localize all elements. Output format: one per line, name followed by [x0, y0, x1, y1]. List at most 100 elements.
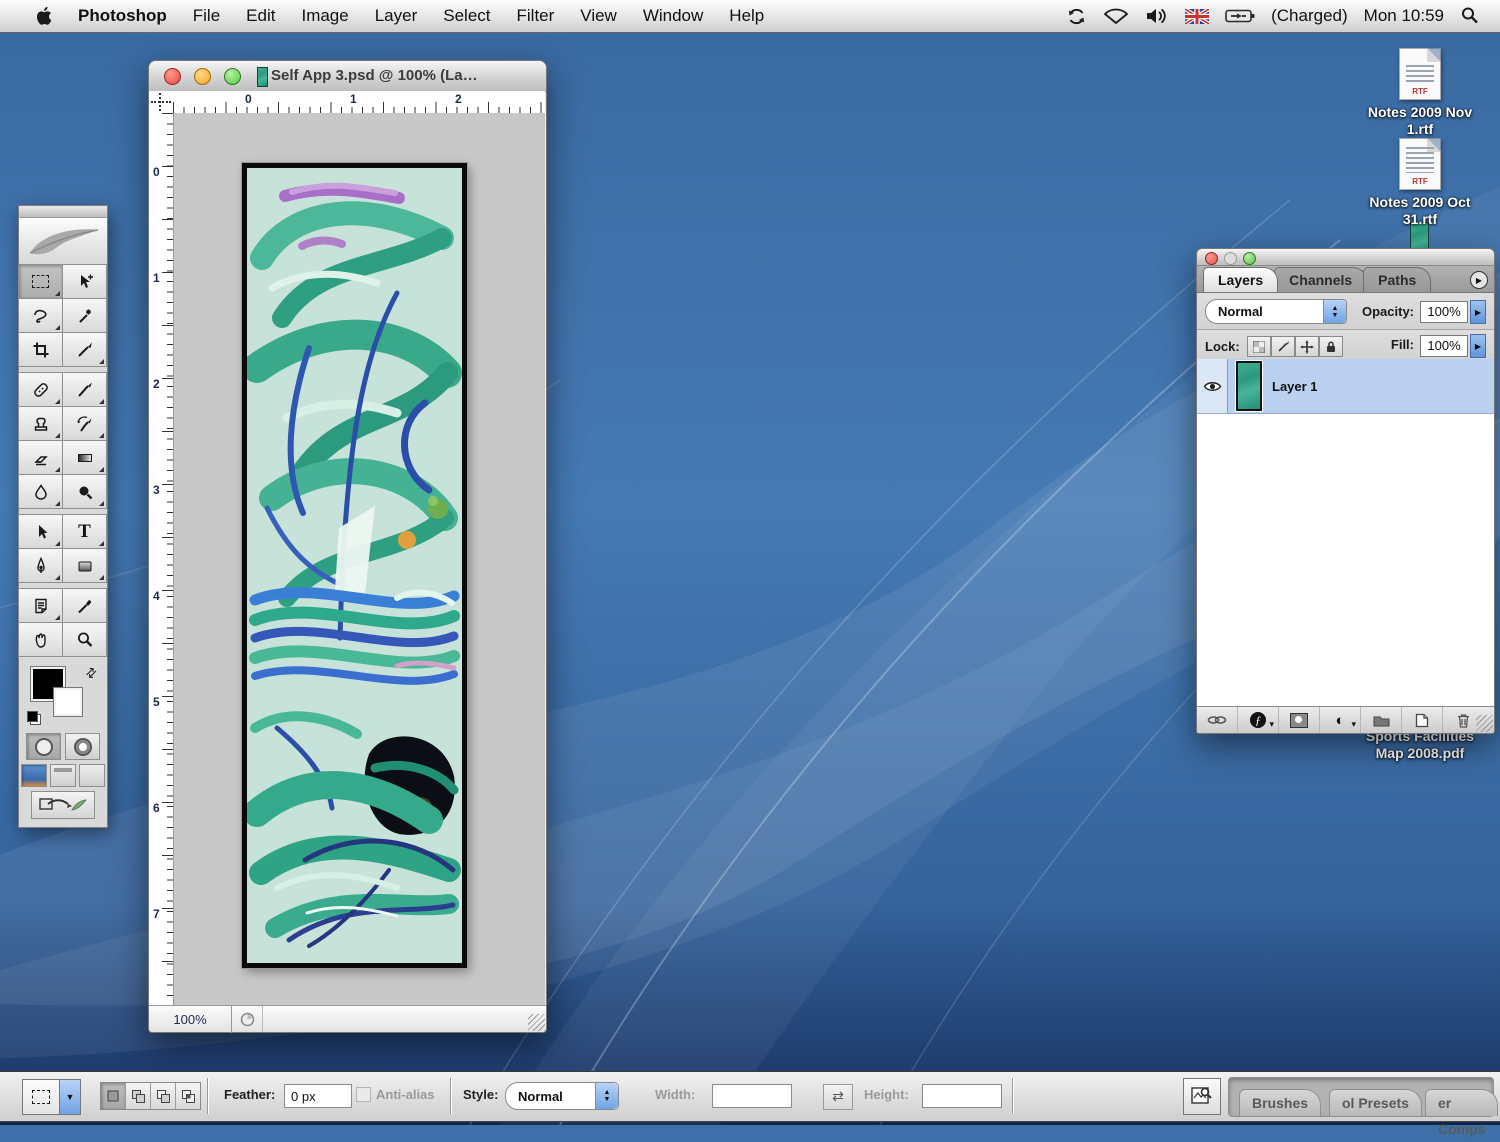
tool-type[interactable]: T: [62, 514, 107, 549]
adjustment-layer-button[interactable]: ◐▾: [1320, 707, 1361, 733]
menu-layer[interactable]: Layer: [362, 0, 431, 32]
palette-menu-button[interactable]: ▶: [1470, 271, 1488, 289]
ruler-origin-box[interactable]: [149, 91, 174, 114]
standard-screen-button[interactable]: [21, 764, 47, 787]
apple-menu[interactable]: [22, 6, 65, 26]
tool-zoom[interactable]: [62, 622, 107, 657]
tool-move[interactable]: [62, 264, 107, 299]
tool-path-selection[interactable]: [18, 514, 63, 549]
canvas-artwork[interactable]: [242, 163, 467, 968]
tool-gradient[interactable]: [62, 440, 107, 475]
desktop-icon-notes-nov[interactable]: RTF Notes 2009 Nov 1.rtf: [1355, 48, 1485, 138]
layer-style-button[interactable]: ƒ▾: [1238, 707, 1279, 733]
tool-notes[interactable]: [18, 588, 63, 623]
layer-name[interactable]: Layer 1: [1272, 379, 1318, 394]
input-language-flag-icon[interactable]: [1185, 9, 1209, 24]
zoom-level-field[interactable]: [149, 1005, 232, 1033]
desktop-icon-notes-oct[interactable]: RTF Notes 2009 Oct 31.rtf: [1355, 138, 1485, 228]
palette-resize-grip[interactable]: [1476, 715, 1493, 732]
background-color-swatch[interactable]: [53, 687, 83, 717]
status-info-icon[interactable]: [232, 1006, 263, 1032]
blend-mode-select[interactable]: Normal ▲▼: [1205, 299, 1347, 324]
menu-file[interactable]: File: [180, 0, 233, 32]
zoom-button[interactable]: [224, 68, 241, 85]
menu-select[interactable]: Select: [430, 0, 503, 32]
width-input[interactable]: [712, 1084, 792, 1108]
new-layer-button[interactable]: [1402, 707, 1443, 733]
app-menu-photoshop[interactable]: Photoshop: [65, 0, 180, 32]
add-to-selection-button[interactable]: [126, 1083, 151, 1109]
menu-help[interactable]: Help: [716, 0, 777, 32]
tool-crop[interactable]: [18, 332, 63, 367]
tab-channels[interactable]: Channels: [1274, 267, 1367, 292]
lock-pixels-button[interactable]: [1271, 336, 1295, 357]
canvas-pasteboard[interactable]: [174, 113, 545, 1006]
palette-well-tab-brushes[interactable]: Brushes: [1239, 1089, 1321, 1116]
menu-image[interactable]: Image: [288, 0, 361, 32]
menu-view[interactable]: View: [567, 0, 630, 32]
lock-position-button[interactable]: [1295, 336, 1319, 357]
menu-filter[interactable]: Filter: [504, 0, 568, 32]
fullscreen-menubar-button[interactable]: [50, 764, 76, 787]
battery-status-text[interactable]: (Charged): [1271, 6, 1348, 26]
toolbox-palette[interactable]: T ⇄: [18, 205, 108, 828]
airport-menu-icon[interactable]: [1103, 7, 1129, 25]
tool-brush[interactable]: [62, 372, 107, 407]
layer-row-1[interactable]: Layer 1: [1197, 359, 1494, 414]
style-select[interactable]: Normal ▲▼: [505, 1082, 619, 1110]
spotlight-icon[interactable]: [1460, 6, 1480, 26]
tool-eyedropper[interactable]: [62, 588, 107, 623]
fullscreen-button[interactable]: [79, 764, 105, 787]
file-browser-toggle-button[interactable]: [1183, 1078, 1221, 1115]
tool-dodge[interactable]: [62, 474, 107, 509]
tool-lasso[interactable]: [18, 298, 63, 333]
lock-all-button[interactable]: [1319, 336, 1343, 357]
layer-visibility-toggle[interactable]: [1197, 359, 1228, 413]
tool-magic-wand[interactable]: [62, 298, 107, 333]
new-selection-button[interactable]: [101, 1083, 126, 1109]
opacity-value[interactable]: 100%: [1420, 301, 1468, 323]
tool-hand[interactable]: [18, 622, 63, 657]
new-group-button[interactable]: [1361, 707, 1402, 733]
lock-transparency-button[interactable]: [1247, 336, 1271, 357]
tool-rectangular-marquee[interactable]: [18, 264, 63, 299]
document-titlebar[interactable]: Self App 3.psd @ 100% (La…: [149, 61, 546, 92]
sync-menu-icon[interactable]: [1066, 6, 1087, 27]
tab-paths[interactable]: Paths: [1363, 267, 1431, 292]
document-window[interactable]: Self App 3.psd @ 100% (La… 0 1 2 0 1 2 3…: [148, 60, 547, 1033]
link-layers-button[interactable]: [1197, 707, 1238, 733]
battery-menu-icon[interactable]: [1225, 8, 1255, 24]
tool-clone-stamp[interactable]: [18, 406, 63, 441]
tool-healing-brush[interactable]: [18, 372, 63, 407]
window-resize-grip[interactable]: [528, 1014, 545, 1031]
palette-well-tab-tool-presets[interactable]: ol Presets: [1329, 1089, 1422, 1116]
quick-mask-mode-button[interactable]: [65, 733, 100, 760]
add-layer-mask-button[interactable]: [1279, 707, 1320, 733]
subtract-from-selection-button[interactable]: [151, 1083, 176, 1109]
standard-mode-button[interactable]: [26, 733, 61, 760]
zoom-button[interactable]: [1243, 252, 1256, 265]
palette-well-tab-layer-comps[interactable]: er Comps: [1425, 1089, 1498, 1116]
minimize-button[interactable]: [194, 68, 211, 85]
tool-shape[interactable]: [62, 548, 107, 583]
volume-menu-icon[interactable]: [1145, 6, 1169, 26]
layer-thumbnail[interactable]: [1236, 361, 1262, 411]
close-button[interactable]: [1205, 252, 1218, 265]
menubar-clock[interactable]: Mon 10:59: [1364, 6, 1444, 26]
toolbox-drag-bar[interactable]: [19, 206, 107, 218]
opacity-slider-arrow[interactable]: ▶: [1470, 300, 1486, 324]
fill-value[interactable]: 100%: [1420, 335, 1468, 357]
default-colors-icon[interactable]: [27, 711, 41, 725]
vertical-ruler[interactable]: 0 1 2 3 4 5 6 7: [149, 113, 174, 1006]
fill-slider-arrow[interactable]: ▶: [1470, 334, 1486, 358]
anti-alias-checkbox[interactable]: [356, 1087, 371, 1102]
tool-slice[interactable]: [62, 332, 107, 367]
swap-dimensions-button[interactable]: ⇄: [823, 1084, 853, 1110]
intersect-selection-button[interactable]: [176, 1083, 200, 1109]
tool-history-brush[interactable]: [62, 406, 107, 441]
layers-titlebar[interactable]: [1197, 249, 1494, 266]
feather-input[interactable]: [284, 1084, 352, 1108]
minimize-button[interactable]: [1224, 252, 1237, 265]
horizontal-ruler[interactable]: 0 1 2: [173, 91, 545, 114]
layers-palette[interactable]: Layers Channels Paths ▶ Normal ▲▼ Opacit…: [1196, 248, 1495, 734]
